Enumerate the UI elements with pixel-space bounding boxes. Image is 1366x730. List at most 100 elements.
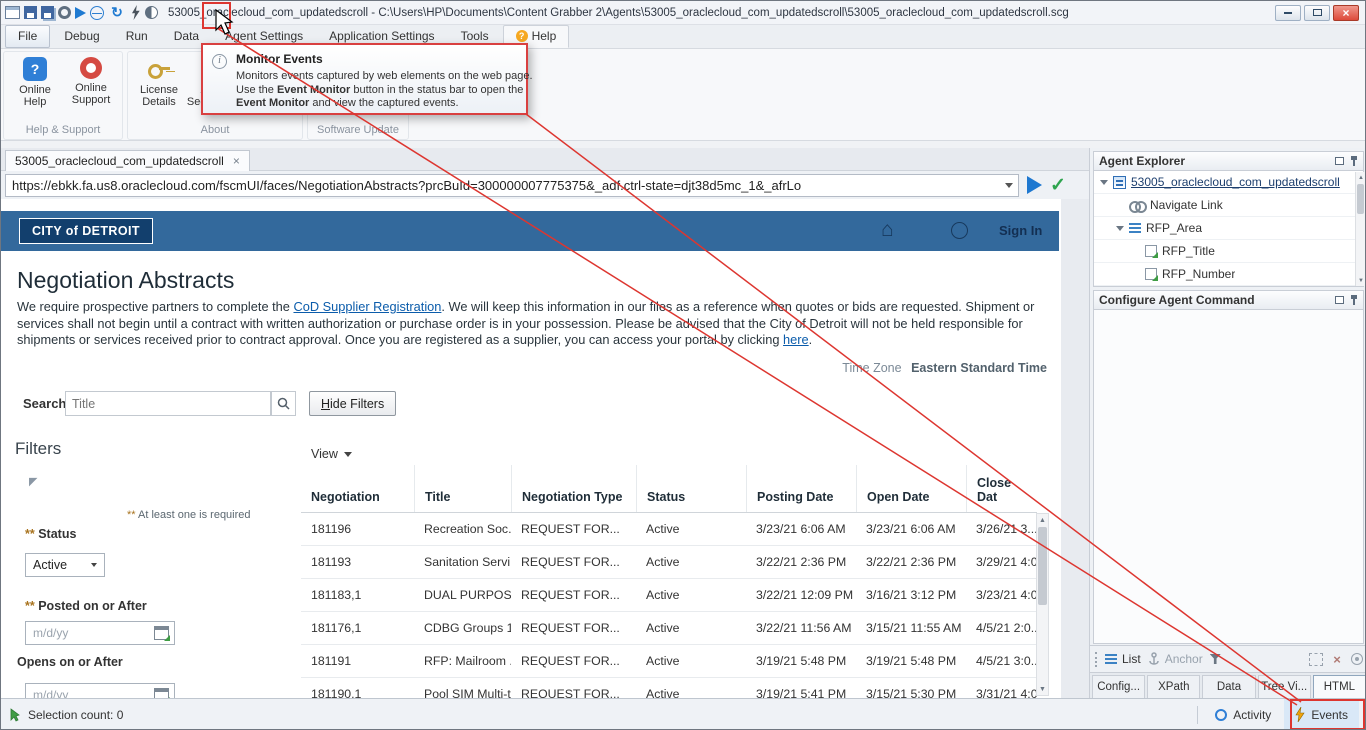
table-cell: CDBG Groups 1... bbox=[414, 621, 511, 635]
status-select[interactable]: Active bbox=[25, 553, 105, 577]
tree-item-rfp-title[interactable]: RFP_Title bbox=[1094, 240, 1363, 263]
city-of-detroit-logo[interactable]: CITY of DETROIT bbox=[19, 218, 153, 244]
scrollbar-thumb[interactable] bbox=[1357, 184, 1364, 214]
panel-tab-data[interactable]: Data bbox=[1202, 675, 1255, 698]
table-scrollbar[interactable]: ▲ ▼ bbox=[1036, 513, 1049, 696]
table-row[interactable]: 181176,1CDBG Groups 1...REQUEST FOR...Ac… bbox=[301, 612, 1037, 645]
table-cell: 181193 bbox=[301, 555, 414, 569]
float-panel-icon[interactable] bbox=[1335, 157, 1344, 165]
table-row[interactable]: 181190,1Pool SIM Multi-t...REQUEST FOR..… bbox=[301, 678, 1037, 698]
tree-scrollbar[interactable]: ▲ ▼ bbox=[1355, 172, 1366, 286]
table-row[interactable]: 181183,1DUAL PURPOS...REQUEST FOR...Acti… bbox=[301, 579, 1037, 612]
web-help-icon[interactable] bbox=[90, 6, 104, 20]
here-link[interactable]: here bbox=[783, 332, 809, 347]
minimize-button[interactable] bbox=[1275, 5, 1301, 21]
search-button[interactable] bbox=[271, 391, 296, 416]
tree-item-rfp-number[interactable]: RFP_Number bbox=[1094, 263, 1363, 286]
column-header-title[interactable]: Title bbox=[414, 465, 511, 512]
run-icon[interactable] bbox=[75, 7, 86, 19]
scroll-up-icon[interactable]: ▲ bbox=[1037, 514, 1048, 526]
go-button[interactable] bbox=[1027, 176, 1042, 194]
contrast-icon[interactable] bbox=[145, 6, 158, 19]
sign-in-link[interactable]: Sign In bbox=[999, 223, 1042, 238]
expander-caret-icon[interactable] bbox=[1100, 180, 1108, 185]
info-icon[interactable] bbox=[951, 222, 968, 239]
crosshair-icon[interactable] bbox=[1351, 653, 1363, 665]
table-cell: 181176,1 bbox=[301, 621, 414, 635]
select-region-icon[interactable] bbox=[1309, 653, 1323, 666]
float-panel-icon[interactable] bbox=[1335, 296, 1344, 304]
tree-item-53005-oraclecloud-com-updatedscroll[interactable]: 53005_oraclecloud_com_updatedscroll bbox=[1094, 171, 1363, 194]
ribbon-tab-run[interactable]: Run bbox=[114, 26, 160, 47]
table-layout-icon[interactable] bbox=[5, 6, 20, 19]
scroll-down-icon[interactable]: ▼ bbox=[1356, 275, 1366, 286]
tooltip-line: Use the Event Monitor button in the stat… bbox=[236, 84, 520, 98]
address-bar: ✓ bbox=[1, 171, 1089, 199]
close-tab-icon[interactable] bbox=[233, 154, 240, 168]
close-button[interactable] bbox=[1333, 5, 1359, 21]
table-cell: Pool SIM Multi-t... bbox=[414, 687, 511, 698]
settings-gear-icon[interactable] bbox=[58, 6, 71, 19]
ribbon-group-help-support: Online HelpOnline SupportHelp & Support bbox=[3, 51, 123, 140]
search-input[interactable] bbox=[65, 391, 271, 416]
hide-filters-button[interactable]: Hide Filters bbox=[309, 391, 396, 416]
anchor-button[interactable]: Anchor bbox=[1148, 652, 1203, 666]
panel-tab-xpath[interactable]: XPath bbox=[1147, 675, 1200, 698]
ribbon-button-online-help[interactable]: Online Help bbox=[8, 54, 62, 121]
tree-item-rfp-area[interactable]: RFP_Area bbox=[1094, 217, 1363, 240]
calendar-icon[interactable] bbox=[154, 626, 169, 640]
panel-tab-tree-vi[interactable]: Tree Vi... bbox=[1258, 675, 1311, 698]
table-cell: 3/19/21 5:48 PM bbox=[856, 654, 966, 668]
column-header-open-date[interactable]: Open Date bbox=[856, 465, 966, 512]
scroll-down-icon[interactable]: ▼ bbox=[1037, 683, 1048, 695]
refresh-icon[interactable] bbox=[108, 4, 126, 22]
document-tab[interactable]: 53005_oraclecloud_com_updatedscroll bbox=[5, 150, 250, 171]
collapse-filters-icon[interactable]: ◤ bbox=[29, 475, 37, 488]
timezone-label: Time Zone bbox=[842, 361, 901, 375]
supplier-registration-link[interactable]: CoD Supplier Registration bbox=[293, 299, 441, 314]
table-row[interactable]: 181191RFP: Mailroom ...REQUEST FOR...Act… bbox=[301, 645, 1037, 678]
ribbon-button-online-support[interactable]: Online Support bbox=[64, 54, 118, 121]
scrollbar-thumb[interactable] bbox=[1038, 527, 1047, 605]
url-input[interactable] bbox=[5, 174, 1019, 197]
opens-date-input[interactable]: m/d/yy bbox=[25, 683, 175, 698]
online-support-icon bbox=[80, 57, 102, 79]
timezone-row: Time Zone Eastern Standard Time bbox=[1, 361, 1047, 375]
maximize-button[interactable] bbox=[1304, 5, 1330, 21]
panel-tab-html[interactable]: HTML bbox=[1313, 675, 1366, 698]
column-header-negotiation-type[interactable]: Negotiation Type bbox=[511, 465, 636, 512]
monitor-events-icon[interactable] bbox=[130, 5, 141, 20]
ribbon-tab-debug[interactable]: Debug bbox=[52, 26, 111, 47]
save-icon[interactable] bbox=[24, 6, 37, 19]
table-cell: Active bbox=[636, 555, 746, 569]
ribbon-tab-file[interactable]: File bbox=[5, 25, 50, 48]
table-row[interactable]: 181193Sanitation Servi...REQUEST FOR...A… bbox=[301, 546, 1037, 579]
table-row[interactable]: 181196Recreation Soc...REQUEST FOR...Act… bbox=[301, 513, 1037, 546]
expander-caret-icon[interactable] bbox=[1116, 226, 1124, 231]
home-icon[interactable]: ⌂ bbox=[881, 218, 894, 242]
view-menu[interactable]: View bbox=[311, 447, 352, 461]
scroll-up-icon[interactable]: ▲ bbox=[1356, 172, 1366, 183]
activity-button[interactable]: Activity bbox=[1204, 699, 1282, 730]
panel-tab-config[interactable]: Config... bbox=[1092, 675, 1145, 698]
validate-icon[interactable]: ✓ bbox=[1050, 176, 1066, 195]
table-cell: 3/19/21 5:48 PM bbox=[746, 654, 856, 668]
calendar-icon[interactable] bbox=[154, 688, 169, 698]
filter-icon[interactable] bbox=[1210, 654, 1221, 664]
tree-item-navigate-link[interactable]: Navigate Link bbox=[1094, 194, 1363, 217]
pin-panel-icon[interactable] bbox=[1350, 294, 1358, 306]
column-header-posting-date[interactable]: Posting Date bbox=[746, 465, 856, 512]
table-cell: 4/5/21 3:0... bbox=[966, 654, 1037, 668]
pin-panel-icon[interactable] bbox=[1350, 155, 1358, 167]
events-button[interactable]: Events bbox=[1284, 699, 1359, 730]
list-button[interactable]: List bbox=[1105, 652, 1141, 666]
posted-date-input[interactable]: m/d/yy bbox=[25, 621, 175, 645]
clear-selection-icon[interactable] bbox=[1330, 653, 1344, 666]
url-dropdown-icon[interactable] bbox=[1005, 183, 1013, 188]
save-all-icon[interactable] bbox=[41, 6, 54, 19]
column-header-negotiation[interactable]: Negotiation bbox=[301, 490, 414, 512]
ribbon-button-license-details[interactable]: License Details bbox=[132, 54, 186, 121]
column-header-status[interactable]: Status bbox=[636, 465, 746, 512]
column-header-close-dat[interactable]: Close Dat bbox=[966, 465, 1037, 512]
selection-count: Selection count: 0 bbox=[9, 708, 123, 722]
